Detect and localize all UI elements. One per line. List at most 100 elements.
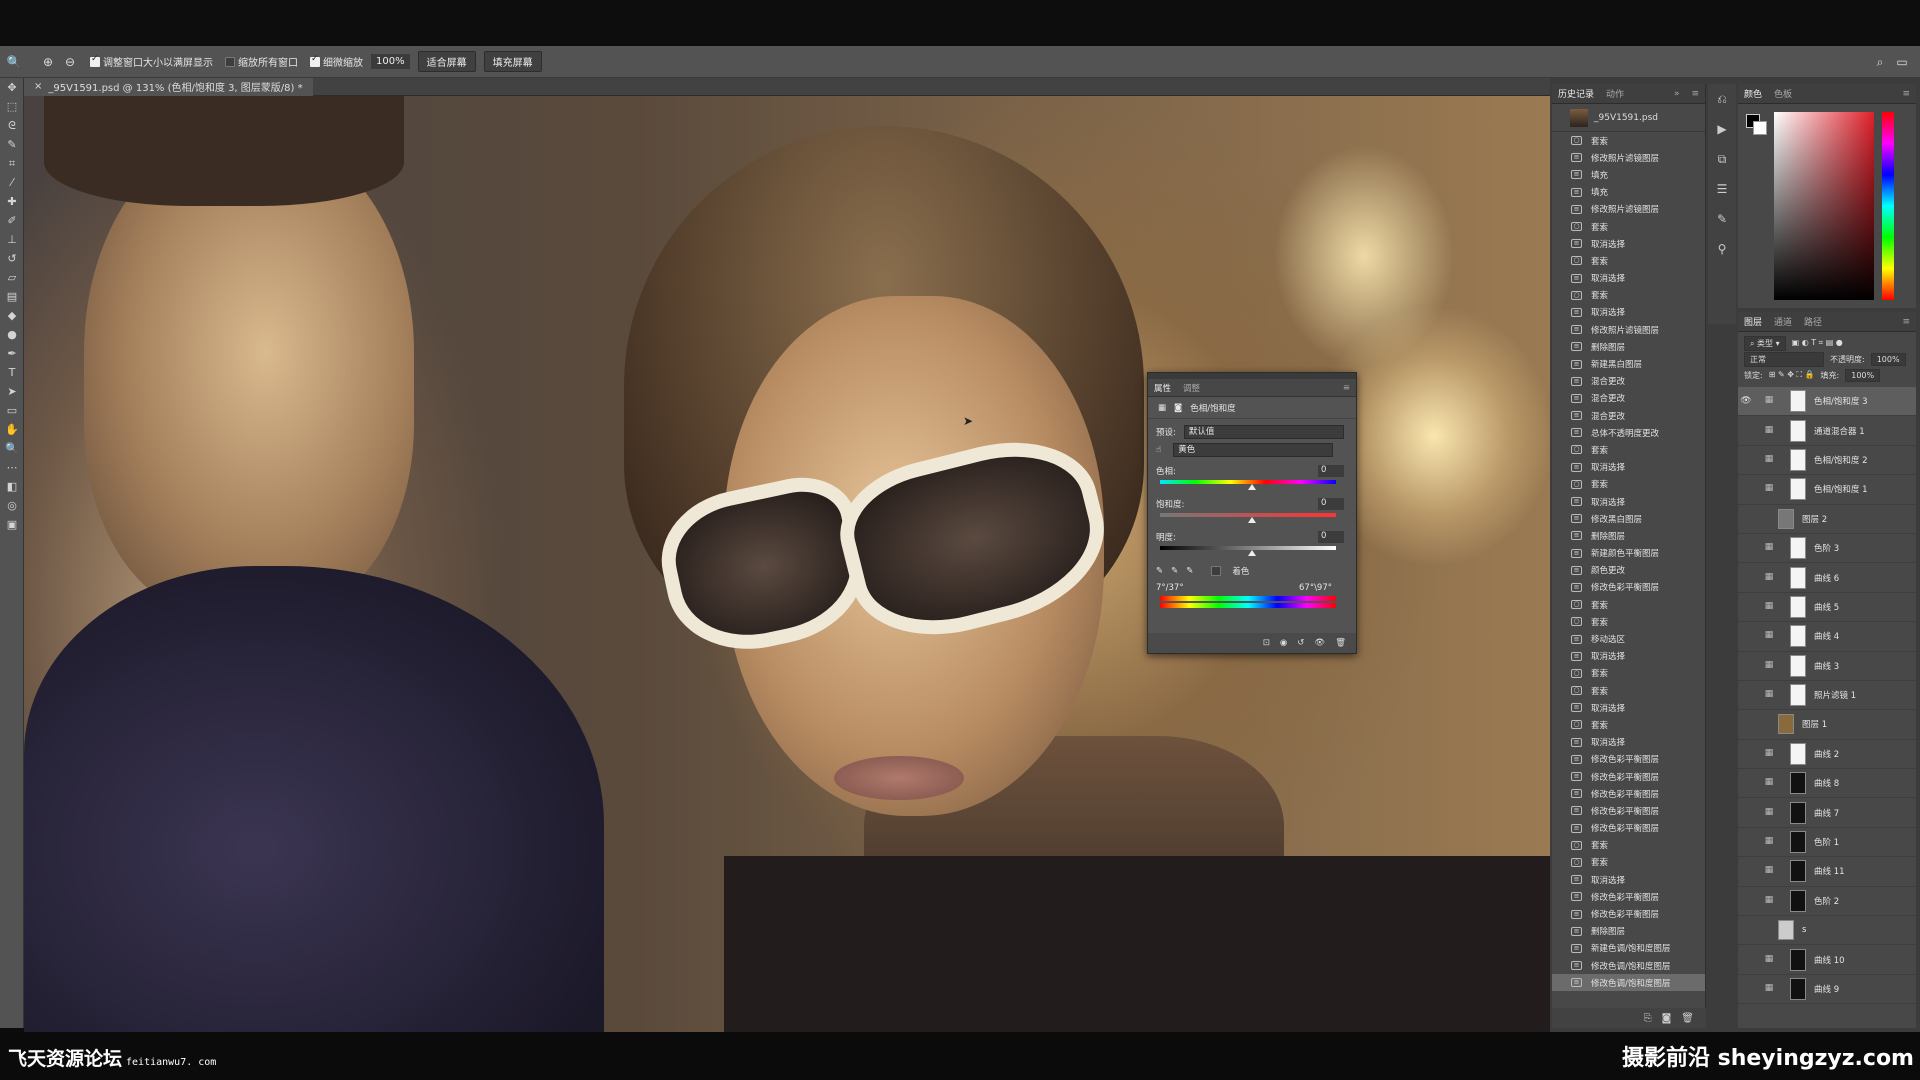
- saturation-slider-handle[interactable]: [1160, 517, 1336, 525]
- crop-tool-icon[interactable]: ⌗: [0, 154, 24, 173]
- view-previous-icon[interactable]: ◉: [1280, 638, 1287, 648]
- search-icon[interactable]: ⌕: [1872, 54, 1888, 70]
- layer-mask-thumbnail[interactable]: [1790, 889, 1806, 912]
- eyedropper-icon[interactable]: ✎: [1156, 566, 1163, 576]
- actions-play-icon[interactable]: ▶: [1708, 114, 1736, 144]
- zoom-tool-side-icon[interactable]: 🔍: [0, 439, 24, 458]
- history-item[interactable]: ≡ 修改色调/饱和度图层: [1552, 974, 1705, 992]
- layer-row[interactable]: ▦ 曲线 7: [1738, 798, 1916, 828]
- filter-icons[interactable]: ▣ ◐ T ⌗ ▤ ●: [1792, 338, 1843, 348]
- history-item[interactable]: ≡ 混合更改: [1552, 373, 1705, 390]
- zoom-value[interactable]: 100%: [371, 54, 410, 69]
- layer-row[interactable]: ▦ 曲线 4: [1738, 622, 1916, 652]
- history-item[interactable]: ○ 套索: [1552, 837, 1705, 854]
- pen-tool-icon[interactable]: ✒: [0, 344, 24, 363]
- type-tool-icon[interactable]: T: [0, 363, 24, 382]
- brush-tool-icon[interactable]: ✐: [0, 211, 24, 230]
- zoom-out-icon[interactable]: ⊖: [62, 54, 78, 70]
- tab-adjustments[interactable]: 调整: [1177, 382, 1206, 394]
- history-item[interactable]: ≡ 取消选择: [1552, 648, 1705, 665]
- zoom-in-icon[interactable]: ⊕: [40, 54, 56, 70]
- marquee-tool-icon[interactable]: ⬚: [0, 97, 24, 116]
- document-tab[interactable]: × _95V1591.psd @ 131% (色相/饱和度 3, 图层蒙版/8) …: [24, 77, 313, 96]
- tab-history[interactable]: 历史记录: [1552, 87, 1600, 100]
- layer-row[interactable]: ▦ 曲线 2: [1738, 740, 1916, 770]
- trash-icon[interactable]: 🗑: [1681, 1013, 1694, 1024]
- color-range-bar-bottom[interactable]: [1160, 603, 1336, 608]
- hue-strip[interactable]: [1882, 112, 1894, 300]
- history-item[interactable]: ≡ 新建黑白图层: [1552, 355, 1705, 372]
- layer-mask-thumbnail[interactable]: [1790, 625, 1806, 648]
- trash-icon[interactable]: 🗑: [1335, 638, 1346, 648]
- history-item[interactable]: ≡ 修改色调/饱和度图层: [1552, 957, 1705, 974]
- history-item[interactable]: ≡ 修改照片滤镜图层: [1552, 201, 1705, 218]
- layer-row[interactable]: ▦ 曲线 9: [1738, 975, 1916, 1005]
- layer-mask-thumbnail[interactable]: [1790, 948, 1806, 971]
- layer-mask-thumbnail[interactable]: [1790, 448, 1806, 471]
- history-panel-icon[interactable]: ⎌: [1708, 84, 1736, 114]
- history-item[interactable]: ≡ 删除图层: [1552, 527, 1705, 544]
- layer-row[interactable]: ▦ 色阶 3: [1738, 534, 1916, 564]
- layer-mask-thumbnail[interactable]: [1790, 654, 1806, 677]
- lightness-value[interactable]: 0: [1318, 531, 1344, 543]
- tab-layers[interactable]: 图层: [1738, 315, 1768, 328]
- layer-row[interactable]: s: [1738, 916, 1916, 946]
- eyedropper-plus-icon[interactable]: ✎: [1171, 566, 1178, 576]
- history-item[interactable]: ≡ 修改色彩平衡图层: [1552, 905, 1705, 922]
- history-item[interactable]: ○ 套索: [1552, 218, 1705, 235]
- hue-value[interactable]: 0: [1318, 465, 1344, 477]
- layer-mask-thumbnail[interactable]: [1790, 478, 1806, 501]
- visibility-icon[interactable]: 👁: [1314, 638, 1325, 648]
- history-item[interactable]: ≡ 修改色彩平衡图层: [1552, 888, 1705, 905]
- workspace-icon[interactable]: ▭: [1894, 54, 1910, 70]
- shape-tool-icon[interactable]: ▭: [0, 401, 24, 420]
- expand-icon[interactable]: »: [1668, 89, 1686, 99]
- history-snapshot[interactable]: _95V1591.psd: [1552, 104, 1705, 132]
- fg-bg-swatches[interactable]: [1746, 114, 1768, 136]
- history-item[interactable]: ≡ 删除图层: [1552, 338, 1705, 355]
- layer-mask-thumbnail[interactable]: [1790, 419, 1806, 442]
- history-item[interactable]: ≡ 修改黑白图层: [1552, 510, 1705, 527]
- layer-mask-thumbnail[interactable]: [1790, 860, 1806, 883]
- scrubby-zoom-checkbox[interactable]: [310, 54, 320, 67]
- colorize-checkbox[interactable]: [1211, 566, 1222, 576]
- layer-mask-thumbnail[interactable]: [1790, 684, 1806, 707]
- history-item[interactable]: ○ 套索: [1552, 854, 1705, 871]
- history-brush-icon[interactable]: ↺: [0, 249, 24, 268]
- history-item[interactable]: ○ 套索: [1552, 252, 1705, 269]
- resize-windows-checkbox[interactable]: [90, 54, 100, 67]
- lasso-tool-icon[interactable]: ᘓ: [0, 116, 24, 135]
- more-tools-icon[interactable]: ⋯: [0, 458, 24, 477]
- fill-value[interactable]: 100%: [1845, 368, 1881, 382]
- history-item[interactable]: ○ 套索: [1552, 716, 1705, 733]
- layer-mask-thumbnail[interactable]: [1790, 595, 1806, 618]
- layer-row[interactable]: ▦ 通道混合器 1: [1738, 416, 1916, 446]
- history-item[interactable]: ≡ 修改照片滤镜图层: [1552, 321, 1705, 338]
- history-item[interactable]: ≡ 新建色调/饱和度图层: [1552, 940, 1705, 957]
- stamp-tool-icon[interactable]: ⊥: [0, 230, 24, 249]
- saturation-value[interactable]: 0: [1318, 498, 1344, 510]
- history-item[interactable]: ○ 套索: [1552, 132, 1705, 149]
- layer-mask-thumbnail[interactable]: [1790, 831, 1806, 854]
- layer-mask-thumbnail[interactable]: [1790, 742, 1806, 765]
- history-item[interactable]: ≡ 取消选择: [1552, 459, 1705, 476]
- move-tool-icon[interactable]: ✥: [0, 78, 24, 97]
- gradient-tool-icon[interactable]: ▤: [0, 287, 24, 306]
- path-select-icon[interactable]: ➤: [0, 382, 24, 401]
- layer-row[interactable]: ▦ 照片滤镜 1: [1738, 681, 1916, 711]
- history-item[interactable]: ○ 套索: [1552, 476, 1705, 493]
- history-item[interactable]: ≡ 修改色彩平衡图层: [1552, 785, 1705, 802]
- history-item[interactable]: ≡ 修改色彩平衡图层: [1552, 579, 1705, 596]
- dodge-tool-icon[interactable]: ●: [0, 325, 24, 344]
- layer-mask-thumbnail[interactable]: [1790, 978, 1806, 1000]
- history-item[interactable]: ≡ 填充: [1552, 166, 1705, 183]
- color-menu-icon[interactable]: ≡: [1896, 89, 1916, 99]
- eyedropper-tool-icon[interactable]: ⁄: [0, 173, 24, 192]
- history-item[interactable]: ≡ 混合更改: [1552, 390, 1705, 407]
- background-swatch[interactable]: [1753, 121, 1767, 135]
- layers-menu-icon[interactable]: ≡: [1896, 317, 1916, 327]
- quick-select-tool-icon[interactable]: ✎: [0, 135, 24, 154]
- close-icon[interactable]: ×: [34, 81, 42, 92]
- eyedropper-minus-icon[interactable]: ✎: [1186, 566, 1193, 576]
- layer-row[interactable]: 图层 2: [1738, 505, 1916, 534]
